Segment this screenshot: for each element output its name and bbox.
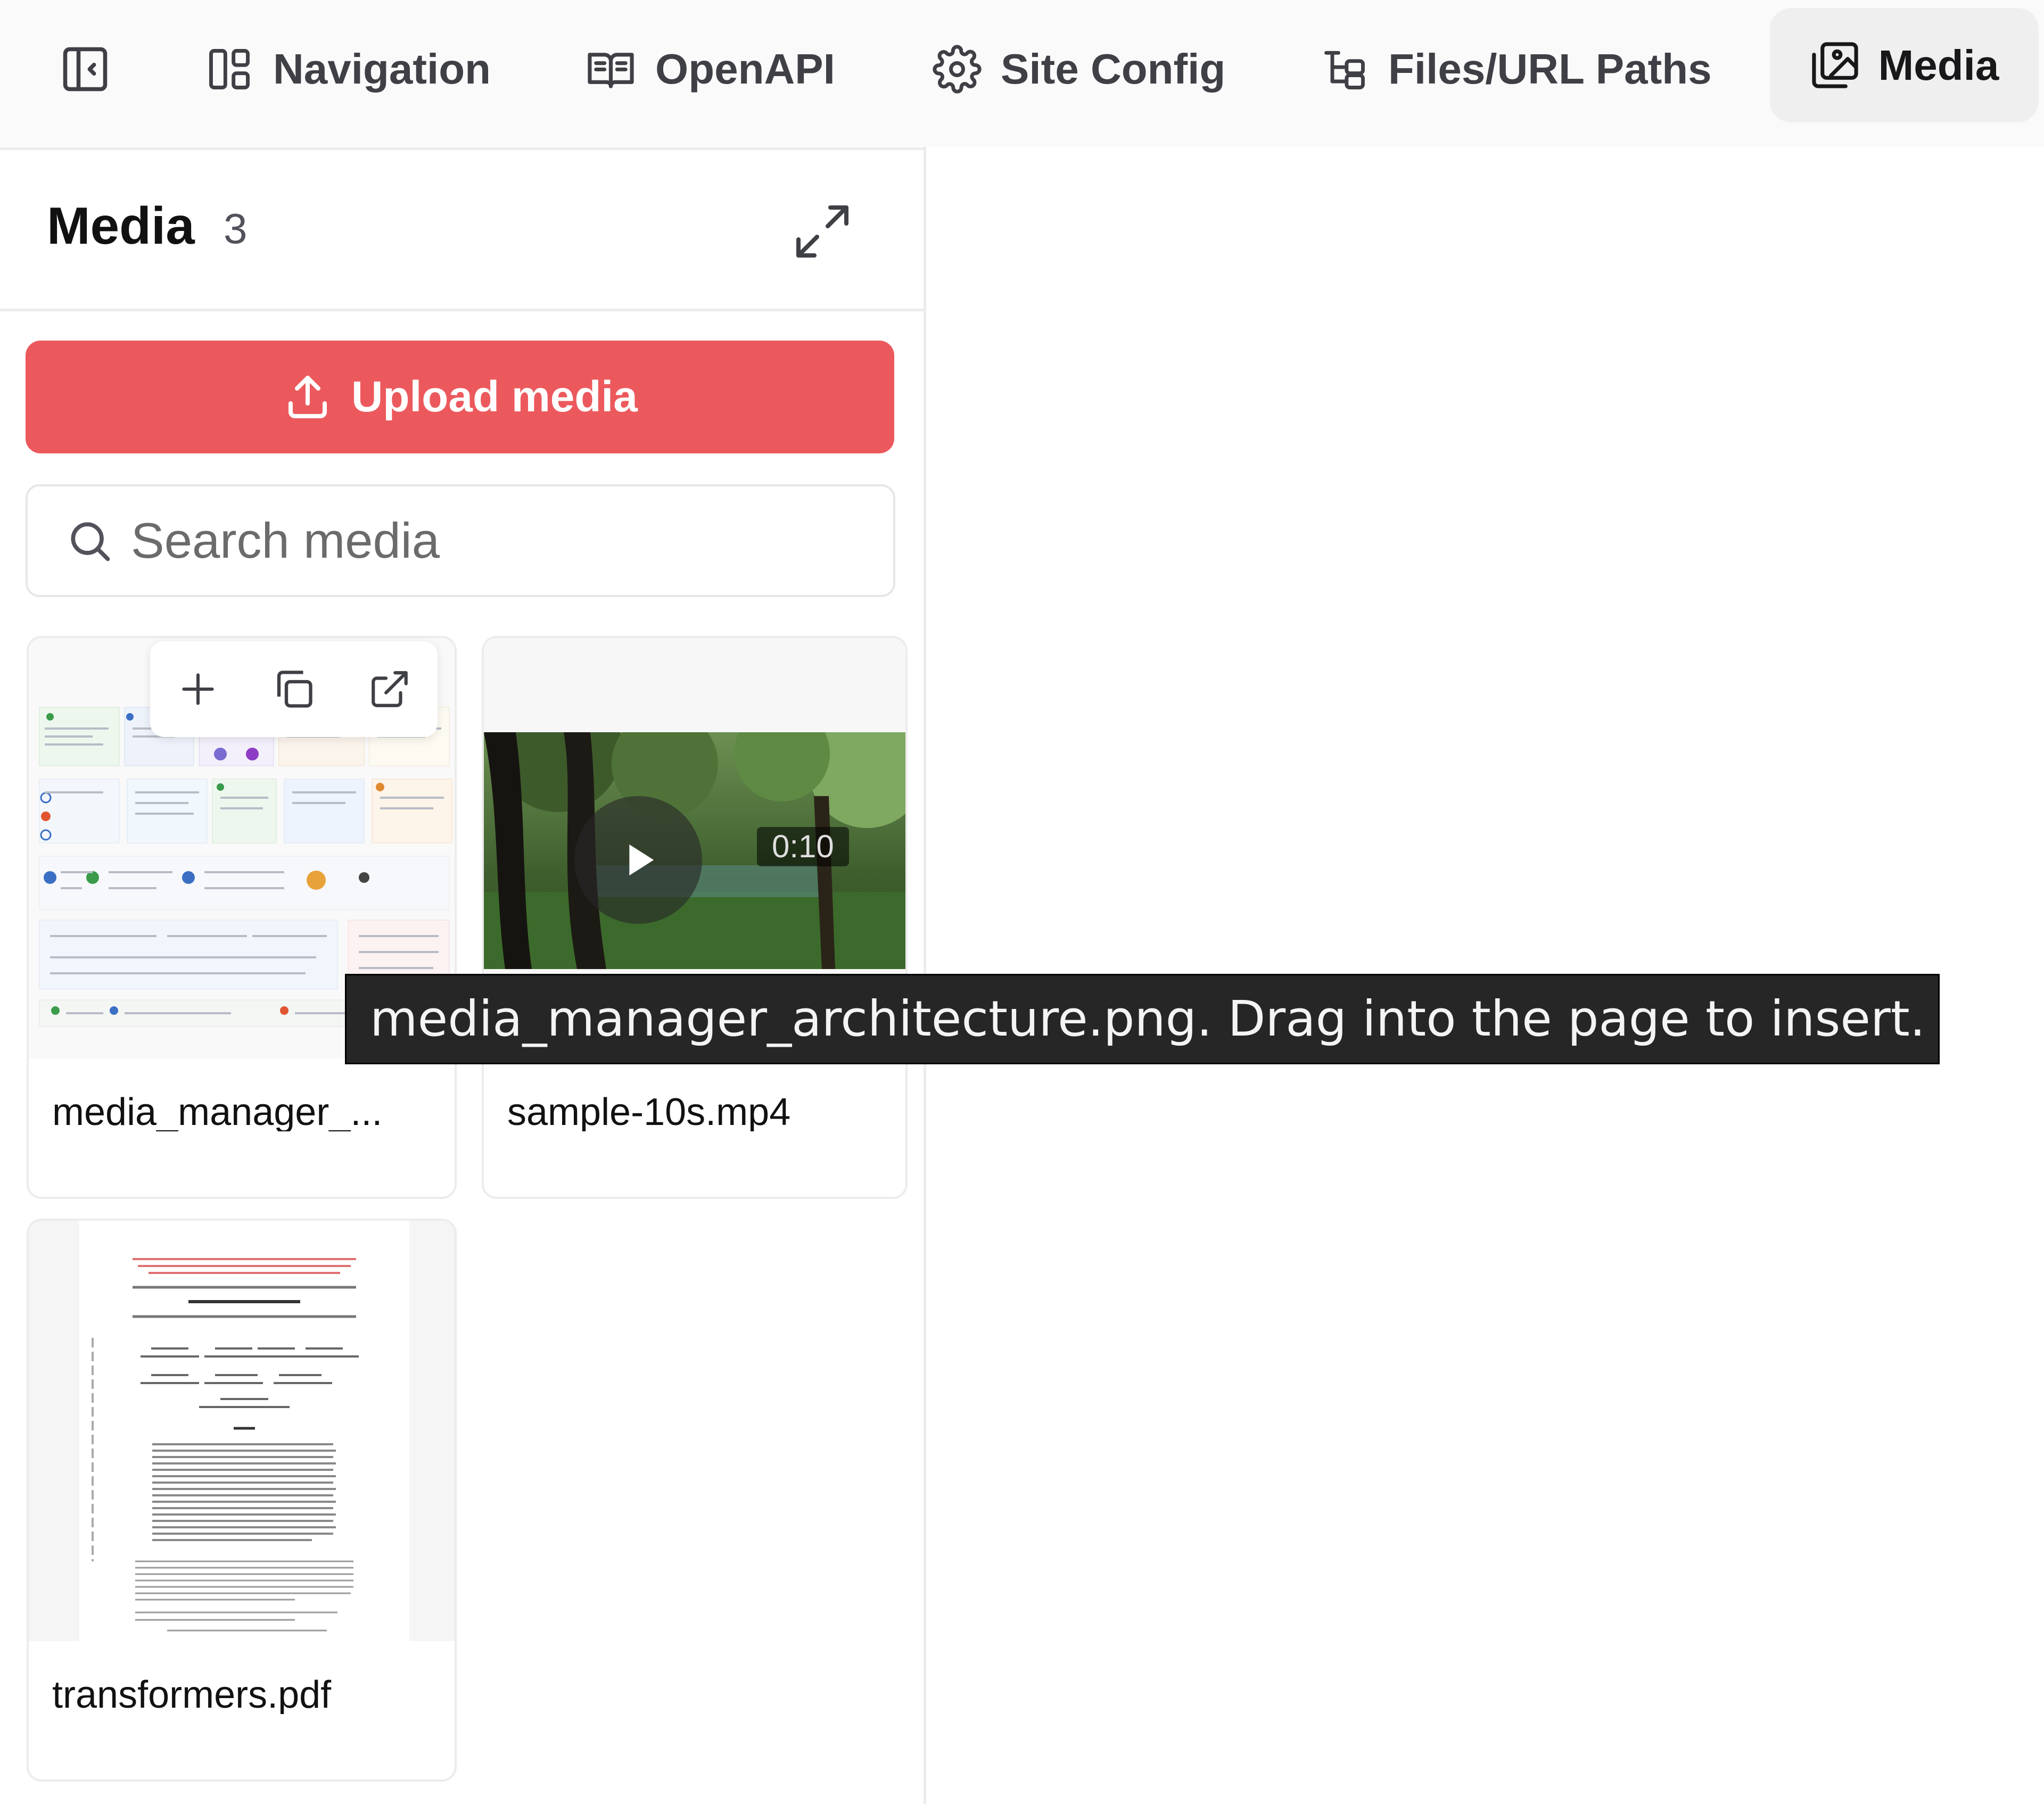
media-actions-toolbar: [150, 641, 438, 737]
copy-media-button[interactable]: [259, 655, 328, 724]
top-tab-bar: Navigation OpenAPI Site Config Files/URL…: [0, 0, 2044, 146]
plus-icon: [182, 673, 214, 705]
drag-tooltip: media_manager_architecture.png. Drag int…: [345, 974, 1940, 1064]
search-box[interactable]: [26, 484, 895, 597]
pdf-thumbnail: [29, 1221, 455, 1641]
play-button[interactable]: [574, 796, 702, 924]
media-card-pdf[interactable]: transformers.pdf: [27, 1219, 457, 1782]
expand-icon: [796, 205, 848, 258]
tab-media[interactable]: Media: [1770, 8, 2039, 122]
media-item-name: sample-10s.mp4: [507, 1093, 791, 1131]
insert-media-button[interactable]: [163, 655, 233, 724]
media-card-video[interactable]: 0:10 sample-10s.mp4: [482, 636, 908, 1199]
media-item-name: media_manager_...: [52, 1093, 383, 1131]
file-tree-icon: [1324, 51, 1365, 89]
tab-files-url-paths-label: Files/URL Paths: [1388, 45, 1712, 93]
tab-files-url-paths[interactable]: Files/URL Paths: [1320, 37, 1712, 101]
sidebar-toggle-icon: [63, 47, 108, 92]
panel-title: Media: [47, 196, 195, 255]
tab-navigation[interactable]: Navigation: [205, 37, 491, 101]
upload-icon: [289, 376, 327, 418]
tab-site-config[interactable]: Site Config: [933, 37, 1225, 101]
tab-openapi-label: OpenAPI: [655, 45, 835, 93]
tab-openapi[interactable]: OpenAPI: [586, 37, 835, 101]
toggle-sidebar-button[interactable]: [53, 37, 117, 101]
expand-panel-button[interactable]: [790, 200, 854, 263]
search-icon: [71, 522, 110, 561]
open-media-button[interactable]: [355, 655, 424, 724]
media-item-name: transformers.pdf: [52, 1676, 332, 1714]
gear-icon: [933, 45, 982, 94]
copy-icon: [277, 671, 312, 708]
layout-icon: [209, 49, 250, 89]
play-icon: [629, 844, 654, 876]
video-duration: 0:10: [757, 827, 849, 866]
upload-media-button[interactable]: Upload media: [26, 341, 894, 453]
external-link-icon: [372, 671, 408, 707]
book-open-icon: [588, 52, 634, 88]
tab-media-label: Media: [1878, 41, 1999, 89]
search-input[interactable]: [130, 511, 824, 570]
images-icon: [1811, 42, 1858, 88]
tab-navigation-label: Navigation: [273, 45, 491, 93]
media-count: 3: [224, 205, 248, 252]
pdf-page-preview: [29, 1221, 455, 1641]
header-divider: [0, 309, 924, 311]
upload-media-label: Upload media: [351, 373, 638, 421]
tab-site-config-label: Site Config: [1001, 45, 1226, 93]
